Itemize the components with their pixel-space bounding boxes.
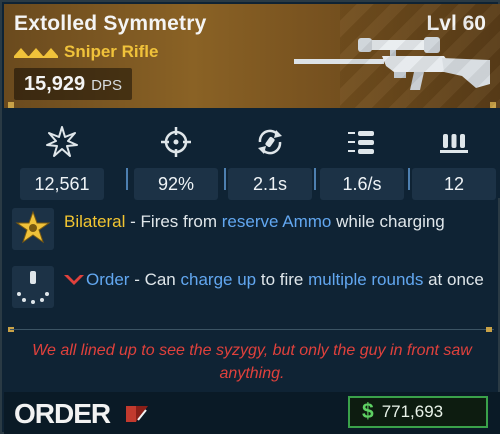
flavor-text: We all lined up to see the syzygy, but o… xyxy=(32,342,472,382)
stat-magazine-value: 12 xyxy=(412,168,496,200)
manufacturer-logo: ORDER xyxy=(14,398,148,428)
star-badge-icon xyxy=(12,208,54,250)
stat-accuracy: 92% xyxy=(134,120,218,200)
perk-name: Bilateral xyxy=(64,212,126,231)
item-footer: ORDER $ 771,693 xyxy=(4,392,500,434)
perk-keyword: multiple rounds xyxy=(308,270,424,289)
price-value: 771,693 xyxy=(381,402,444,421)
sniper-rifle-image xyxy=(294,37,490,90)
item-name: Extolled Symmetry xyxy=(14,12,207,35)
rarity-chevrons-icon xyxy=(14,48,58,58)
reload-icon xyxy=(258,129,282,155)
perk-description: Bilateral - Fires from reserve Ammo whil… xyxy=(64,210,492,233)
perk-name: Order xyxy=(86,270,130,289)
perk-text-segment: at once xyxy=(423,270,484,289)
damage-burst-icon xyxy=(46,126,78,157)
stat-accuracy-value: 92% xyxy=(134,168,218,200)
stat-reload: 2.1s xyxy=(228,120,312,200)
stat-damage: 12,561 xyxy=(20,120,104,200)
stat-separator xyxy=(224,168,226,190)
stat-separator xyxy=(314,168,316,190)
perk-description: Order - Can charge up to fire multiple r… xyxy=(64,268,492,291)
stat-reload-value: 2.1s xyxy=(228,168,312,200)
dps-box: 15,929 DPS xyxy=(14,68,133,100)
stat-magazine: 12 xyxy=(412,120,496,200)
perk-bilateral: Bilateral - Fires from reserve Ammo whil… xyxy=(8,208,498,256)
stat-damage-value: 12,561 xyxy=(20,168,104,200)
currency-icon: $ xyxy=(362,400,374,423)
dps-label: DPS xyxy=(91,77,123,94)
dps-value: 15,929 xyxy=(24,73,86,95)
perk-keyword: charge up xyxy=(180,270,257,289)
perk-text-segment: - Can xyxy=(129,270,181,289)
charge-rounds-icon xyxy=(12,266,54,308)
magazine-ammo-icon xyxy=(440,134,468,153)
stat-separator xyxy=(408,168,410,190)
stat-separator xyxy=(126,168,128,190)
divider-cap-right xyxy=(486,327,492,332)
perk-order: Order - Can charge up to fire multiple r… xyxy=(8,266,498,316)
rarity-row: Sniper Rifle xyxy=(14,42,158,62)
chevron-down-icon xyxy=(64,274,84,285)
item-header: Extolled Symmetry Lvl 60 Sniper Rifle 15… xyxy=(4,4,500,108)
item-card: Extolled Symmetry Lvl 60 Sniper Rifle 15… xyxy=(0,0,500,434)
stat-fire-rate-value: 1.6/s xyxy=(320,168,404,200)
perk-text-segment: while charging xyxy=(331,212,445,231)
perk-text-segment: - Fires from xyxy=(125,212,222,231)
fire-rate-icon xyxy=(348,131,374,154)
item-level: Lvl 60 xyxy=(426,12,486,35)
weapon-type: Sniper Rifle xyxy=(64,42,159,61)
crosshair-accuracy-icon xyxy=(161,127,191,157)
price-box: $ 771,693 xyxy=(348,396,488,428)
svg-text:ORDER: ORDER xyxy=(14,398,111,428)
stat-fire-rate: 1.6/s xyxy=(320,120,404,200)
stats-panel: 12,561 92% 2.1s 1.6/s 12 xyxy=(4,108,500,200)
perk-text-segment: to fire xyxy=(256,270,309,289)
perk-keyword: reserve Ammo xyxy=(221,212,332,231)
divider xyxy=(10,329,494,330)
